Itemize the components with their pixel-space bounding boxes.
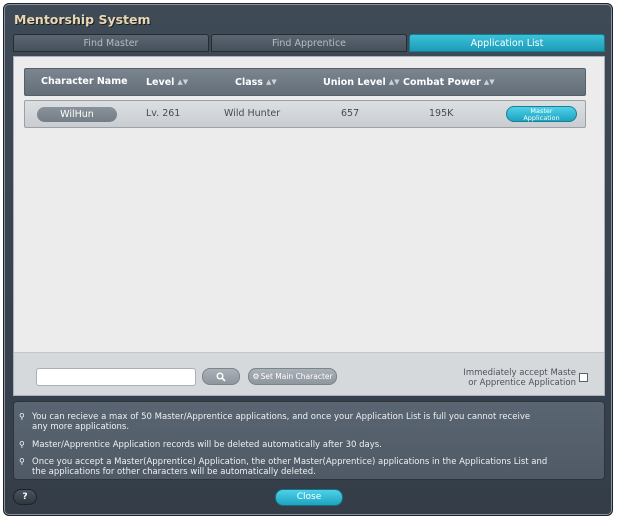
pin-icon: ⚲: [19, 457, 25, 466]
character-class: Wild Hunter: [224, 108, 281, 119]
search-button[interactable]: [202, 368, 240, 385]
column-header-level[interactable]: Level ▲▼: [146, 69, 188, 95]
info-notes: ⚲ You can recieve a max of 50 Master/App…: [13, 401, 605, 480]
pin-icon: ⚲: [19, 412, 25, 421]
character-combat-power: 195K: [429, 108, 454, 119]
close-button[interactable]: Close: [275, 489, 343, 506]
sort-icon: ▲▼: [177, 78, 189, 86]
column-header-union-level[interactable]: Union Level ▲▼: [323, 69, 400, 95]
sort-icon: ▲▼: [265, 78, 277, 86]
gear-icon: ⚙: [252, 372, 260, 381]
table-header: Character Name Level ▲▼ Class ▲▼ Union Lev…: [24, 68, 586, 96]
tab-application-list[interactable]: Application List: [409, 34, 605, 52]
column-header-class[interactable]: Class ▲▼: [235, 69, 277, 95]
note-item: ⚲ Once you accept a Master(Apprentice) A…: [19, 457, 548, 477]
master-application-button[interactable]: Master Application: [506, 106, 577, 122]
column-header-character-name[interactable]: Character Name: [41, 69, 128, 95]
search-bar: ⚙Set Main Character Immediately accept M…: [14, 352, 604, 395]
sort-icon: ▲▼: [483, 78, 495, 86]
window-title: Mentorship System: [14, 12, 151, 27]
column-header-combat-power[interactable]: Combat Power ▲▼: [403, 69, 495, 95]
mentorship-window: Mentorship System Find Master Find Appre…: [3, 3, 613, 516]
set-main-character-button[interactable]: ⚙Set Main Character: [248, 368, 337, 385]
auto-accept-checkbox[interactable]: [579, 373, 588, 382]
note-item: ⚲ You can recieve a max of 50 Master/App…: [19, 412, 531, 432]
tab-find-master[interactable]: Find Master: [13, 34, 209, 52]
character-name: WilHun: [37, 107, 117, 122]
pin-icon: ⚲: [19, 440, 25, 449]
auto-accept-label: Immediately accept Maste or Apprentice A…: [463, 368, 576, 388]
tab-find-apprentice[interactable]: Find Apprentice: [211, 34, 407, 52]
application-list-panel: Character Name Level ▲▼ Class ▲▼ Union Lev…: [13, 56, 605, 396]
character-level: Lv. 261: [146, 108, 181, 119]
tab-bar: Find Master Find Apprentice Application …: [13, 34, 605, 52]
note-item: ⚲ Master/Apprentice Application records …: [19, 440, 382, 450]
table-row[interactable]: WilHun Lv. 261 Wild Hunter 657 195K Mast…: [24, 100, 586, 128]
help-button[interactable]: ?: [13, 489, 37, 505]
character-union-level: 657: [341, 108, 360, 119]
search-input[interactable]: [36, 368, 196, 386]
search-icon: [216, 372, 226, 382]
sort-icon: ▲▼: [388, 78, 400, 86]
